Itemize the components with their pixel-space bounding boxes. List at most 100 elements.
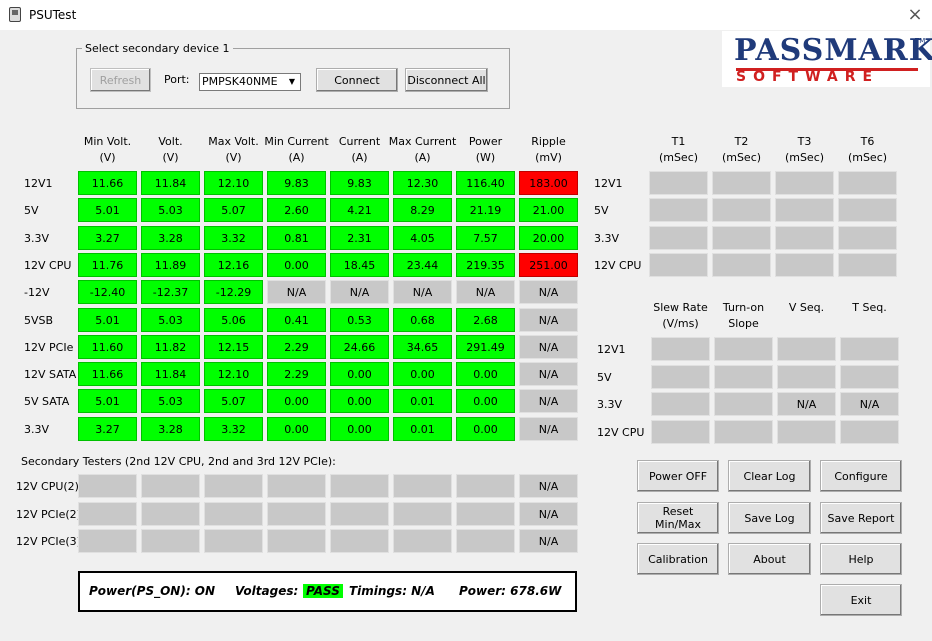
save-report-button[interactable]: Save Report [820, 502, 902, 534]
reading-cell [840, 420, 899, 445]
reading-cell: 2.29 [267, 362, 326, 387]
reading-cell: 0.00 [456, 416, 515, 441]
disconnect-all-button[interactable]: Disconnect All [405, 68, 488, 92]
reading-cell [838, 198, 897, 223]
reading-cell: N/A [519, 280, 578, 305]
reading-cell: 4.21 [330, 198, 389, 223]
row-label-12v-cpu-2: 12V CPU(2) [16, 480, 79, 493]
reading-cell [393, 474, 452, 498]
column-header-title: T1 [671, 135, 686, 148]
row-label-12v-pcie-3: 12V PCIe(3) [16, 535, 81, 548]
reading-cell: 5.01 [78, 198, 137, 223]
port-label: Port: [164, 73, 190, 86]
column-header-unit: (V) [99, 151, 116, 164]
column-header: T3 (mSec) [769, 134, 840, 166]
voltages-label: Voltages: [235, 584, 299, 598]
reading-cell: 12.15 [204, 334, 263, 359]
row-label-12v1: 12V1 [594, 177, 623, 190]
column-header-title: Slew Rate [653, 301, 708, 314]
column-header: Min Current (A) [261, 134, 332, 166]
row-label-12v1: 12V1 [597, 343, 626, 356]
ps-on-status: Power(PS_ON): ON [89, 584, 216, 598]
column-header-title: Max Volt. [208, 135, 259, 148]
reading-cell [267, 501, 326, 526]
exit-button[interactable]: Exit [820, 584, 902, 616]
reading-cell [838, 252, 897, 277]
reading-cell: 20.00 [519, 225, 578, 250]
row-label-12v-cpu: 12V CPU [597, 426, 645, 440]
column-header-title: Ripple [531, 135, 566, 148]
column-header-title: Min Current [264, 135, 329, 148]
help-button[interactable]: Help [820, 543, 902, 575]
power-off-button[interactable]: Power OFF [637, 460, 719, 492]
reading-cell: 0.00 [330, 389, 389, 414]
reading-cell: 5.07 [204, 389, 263, 414]
reading-cell: N/A [519, 334, 578, 359]
reading-cell [775, 171, 834, 195]
reading-cell: 0.00 [267, 389, 326, 414]
reading-cell [456, 529, 515, 553]
reading-cell: 0.00 [393, 362, 452, 387]
about-button[interactable]: About [728, 543, 811, 575]
column-header-title: T2 [734, 135, 749, 148]
column-header-title: Max Current [388, 135, 457, 148]
row-label-3-3v: 3.3V [594, 231, 620, 245]
reading-cell [649, 225, 708, 250]
reading-cell [838, 225, 897, 250]
reading-cell [204, 529, 263, 553]
save-log-button[interactable]: Save Log [728, 502, 811, 534]
connect-button[interactable]: Connect [316, 68, 398, 92]
reading-cell: 3.32 [204, 225, 263, 250]
reading-cell: 116.40 [456, 171, 515, 195]
reading-cell [840, 364, 899, 389]
column-header-unit: (A) [414, 151, 431, 164]
reset-min-max-button[interactable]: Reset Min/Max [637, 502, 719, 534]
port-select[interactable]: PMPSK40NME ▼ [199, 73, 301, 91]
reading-cell: N/A [330, 280, 389, 305]
close-icon[interactable]: × [904, 5, 926, 25]
column-header-title: T6 [860, 135, 875, 148]
row-label-3-3v: 3.3V [24, 422, 50, 436]
reading-cell [330, 501, 389, 526]
reading-cell: -12.40 [78, 280, 137, 305]
reading-cell: N/A [519, 501, 578, 526]
reading-cell: N/A [519, 474, 578, 498]
row-label-5v: 5V [24, 204, 39, 218]
column-header-unit: Slope [728, 317, 759, 330]
reading-cell: N/A [777, 392, 836, 417]
reading-cell: 11.60 [78, 334, 137, 359]
reading-cell: 0.41 [267, 307, 326, 332]
reading-cell: N/A [519, 389, 578, 414]
reading-cell [651, 337, 710, 361]
reading-cell: 0.81 [267, 225, 326, 250]
clear-log-button[interactable]: Clear Log [728, 460, 811, 492]
reading-cell [78, 474, 137, 498]
reading-cell: 11.89 [141, 252, 200, 277]
reading-cell [78, 529, 137, 553]
secondary-testers-title: Secondary Testers (2nd 12V CPU, 2nd and … [21, 455, 336, 468]
refresh-button[interactable]: Refresh [90, 68, 151, 92]
column-header: T Seq. [834, 300, 905, 316]
column-header: Current (A) [324, 134, 395, 166]
calibration-button[interactable]: Calibration [637, 543, 719, 575]
reading-cell: 3.28 [141, 225, 200, 250]
column-header: Max Current (A) [387, 134, 458, 166]
reading-cell [141, 474, 200, 498]
reading-cell [330, 529, 389, 553]
reading-cell: 251.00 [519, 252, 578, 277]
reading-cell: 3.32 [204, 416, 263, 441]
column-header-unit: (A) [351, 151, 368, 164]
reading-cell: 0.00 [330, 362, 389, 387]
column-header: Max Volt. (V) [198, 134, 269, 166]
column-header: T6 (mSec) [832, 134, 903, 166]
reading-cell: -12.29 [204, 280, 263, 305]
chevron-down-icon[interactable]: ▼ [285, 75, 299, 89]
row-label-12v-cpu: 12V CPU [594, 258, 642, 272]
row-label-5v: 5V [594, 204, 609, 218]
reading-cell [838, 171, 897, 195]
reading-cell: 183.00 [519, 171, 578, 195]
column-header-title: Min Volt. [83, 135, 132, 148]
column-header: T2 (mSec) [706, 134, 777, 166]
reading-cell: 2.29 [267, 334, 326, 359]
configure-button[interactable]: Configure [820, 460, 902, 492]
